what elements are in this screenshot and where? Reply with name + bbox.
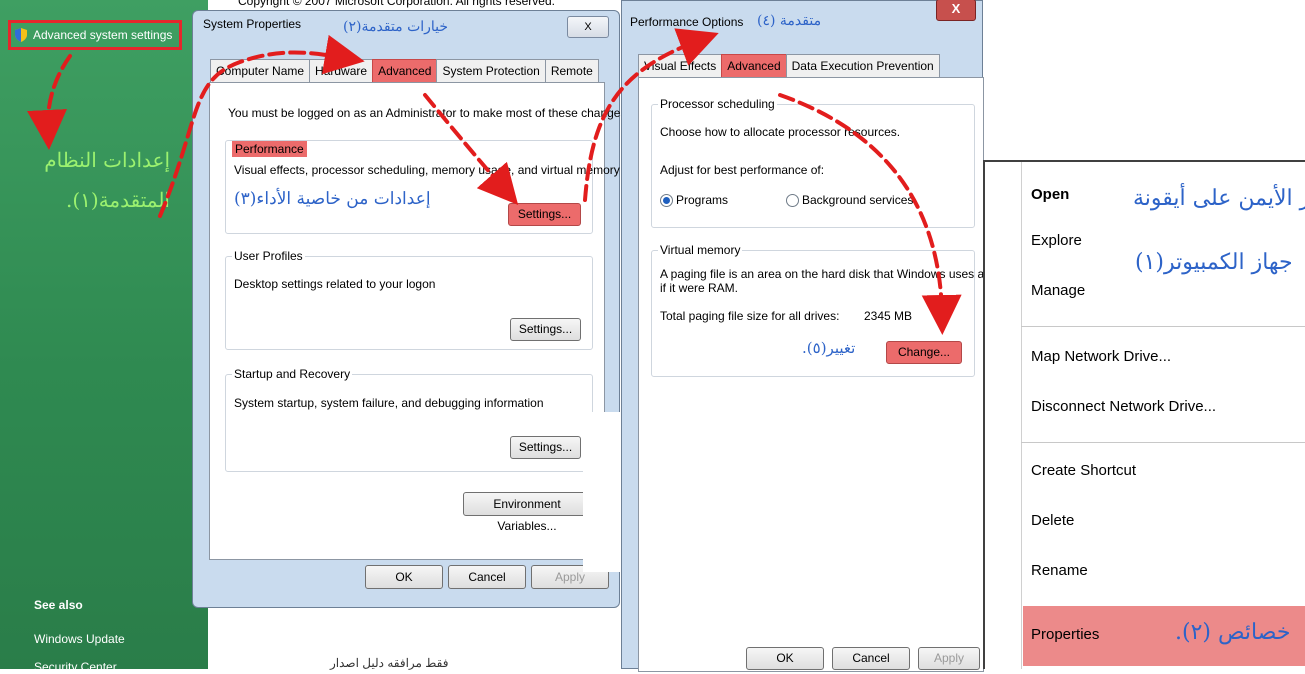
background-services-label: Background services (802, 193, 914, 207)
startup-recovery-settings-button[interactable]: Settings... (510, 436, 581, 459)
copyright-text: Copyright © 2007 Microsoft Corporation. … (238, 0, 555, 8)
cancel-button[interactable]: Cancel (448, 565, 526, 589)
virtual-memory-description-line2: if it were RAM. (660, 281, 739, 295)
context-menu: Open Explore Manage بالزر الأيمن على أيق… (983, 160, 1305, 669)
menu-item-properties[interactable]: Properties (1031, 626, 1099, 643)
performance-settings-button[interactable]: Settings... (508, 203, 581, 226)
performance-description: Visual effects, processor scheduling, me… (234, 163, 620, 177)
virtual-memory-label: Virtual memory (658, 243, 743, 257)
cancel-button[interactable]: Cancel (832, 647, 910, 670)
change-button[interactable]: Change... (886, 341, 962, 364)
advanced-tab-panel: You must be logged on as an Administrato… (209, 82, 630, 560)
left-navigation-pane: Advanced system settings إعدادات النظام … (0, 0, 208, 674)
tab-system-protection[interactable]: System Protection (436, 59, 546, 82)
see-also-heading: See also (34, 598, 83, 612)
annotation-advanced-tab: متقدمة (٤) (757, 13, 822, 29)
processor-scheduling-description: Choose how to allocate processor resourc… (660, 125, 901, 139)
tab-advanced[interactable]: Advanced (721, 54, 787, 77)
close-button[interactable]: X (936, 0, 976, 21)
performance-options-dialog: Performance Options متقدمة (٤) X Visual … (621, 0, 990, 672)
background-services-radio[interactable] (786, 194, 799, 207)
annotation-properties: خصائص (٢). (1175, 620, 1291, 645)
environment-variables-button[interactable]: Environment Variables... (463, 492, 591, 533)
tab-remote[interactable]: Remote (544, 59, 599, 82)
programs-label: Programs (676, 193, 729, 207)
annotation-advanced-options: خيارات متقدمة(٢) (343, 19, 449, 35)
total-paging-label: Total paging file size for all drives: (660, 309, 840, 323)
menu-separator (1021, 326, 1305, 327)
admin-note: You must be logged on as an Administrato… (228, 106, 630, 120)
annotation-step1: إعدادات النظام المتقدمة(١). (44, 148, 170, 212)
tab-strip: Visual Effects Advanced Data Execution P… (638, 54, 940, 77)
menu-item-disconnect-network-drive[interactable]: Disconnect Network Drive... (1031, 398, 1216, 415)
adjust-performance-label: Adjust for best performance of: (660, 163, 825, 177)
tab-data-execution-prevention[interactable]: Data Execution Prevention (785, 54, 940, 77)
close-button[interactable]: X (567, 16, 609, 38)
blank-area (583, 412, 625, 572)
performance-label: Performance (232, 141, 307, 157)
processor-scheduling-group: Processor scheduling Choose how to alloc… (651, 97, 975, 228)
user-profiles-description: Desktop settings related to your logon (234, 277, 436, 291)
menu-separator (1021, 442, 1305, 443)
windows-update-link[interactable]: Windows Update (34, 632, 125, 646)
annotation-performance-settings: إعدادات من خاصية الأداء(٣) (234, 189, 431, 209)
total-paging-value: 2345 MB (864, 309, 913, 323)
programs-radio[interactable] (660, 194, 673, 207)
advanced-tab-panel: Processor scheduling Choose how to alloc… (638, 77, 990, 672)
startup-recovery-label: Startup and Recovery (232, 367, 353, 381)
user-profiles-group: User Profiles Desktop settings related t… (225, 249, 593, 350)
tab-strip: Computer Name Hardware Advanced System P… (210, 59, 599, 82)
menu-item-open[interactable]: Open (1031, 186, 1069, 203)
dialog-title: System Properties (203, 17, 302, 31)
annotation-right-click-line1: بالزر الأيمن على أيقونة (1133, 186, 1305, 211)
virtual-memory-description-line1: A paging file is an area on the hard dis… (660, 267, 991, 281)
startup-recovery-group: Startup and Recovery System startup, sys… (225, 367, 593, 472)
system-properties-dialog: System Properties خيارات متقدمة(٢) X Com… (192, 10, 630, 608)
startup-recovery-description: System startup, system failure, and debu… (234, 396, 544, 410)
advanced-system-settings-label: Advanced system settings (33, 28, 173, 42)
menu-item-map-network-drive[interactable]: Map Network Drive... (1031, 348, 1171, 365)
annotation-right-click-line2: جهاز الكمبيوتر(١) (1135, 250, 1293, 275)
menu-item-rename[interactable]: Rename (1031, 562, 1088, 579)
menu-item-explore[interactable]: Explore (1031, 232, 1082, 249)
apply-button[interactable]: Apply (918, 647, 980, 670)
shield-icon (15, 28, 27, 42)
tab-advanced[interactable]: Advanced (372, 59, 438, 82)
virtual-memory-group: Virtual memory A paging file is an area … (651, 243, 990, 377)
ok-button[interactable]: OK (746, 647, 824, 670)
security-center-link[interactable]: Security Center (34, 660, 117, 674)
tab-visual-effects[interactable]: Visual Effects (638, 54, 723, 77)
annotation-change: تغيير(٥). (802, 339, 856, 357)
processor-scheduling-label: Processor scheduling (658, 97, 777, 111)
ok-button[interactable]: OK (365, 565, 443, 589)
performance-group: Performance Visual effects, processor sc… (225, 140, 620, 234)
menu-item-delete[interactable]: Delete (1031, 512, 1074, 529)
menu-item-create-shortcut[interactable]: Create Shortcut (1031, 462, 1136, 479)
tab-hardware[interactable]: Hardware (309, 59, 374, 82)
advanced-system-settings-link[interactable]: Advanced system settings (8, 20, 182, 50)
dialog-title: Performance Options (630, 15, 744, 29)
menu-item-manage[interactable]: Manage (1031, 282, 1085, 299)
bottom-caption: فقط مرافقه دليل اصدار (330, 656, 449, 670)
menu-gutter (1021, 162, 1022, 669)
user-profiles-label: User Profiles (232, 249, 305, 263)
tab-computer-name[interactable]: Computer Name (210, 59, 311, 82)
user-profiles-settings-button[interactable]: Settings... (510, 318, 581, 341)
